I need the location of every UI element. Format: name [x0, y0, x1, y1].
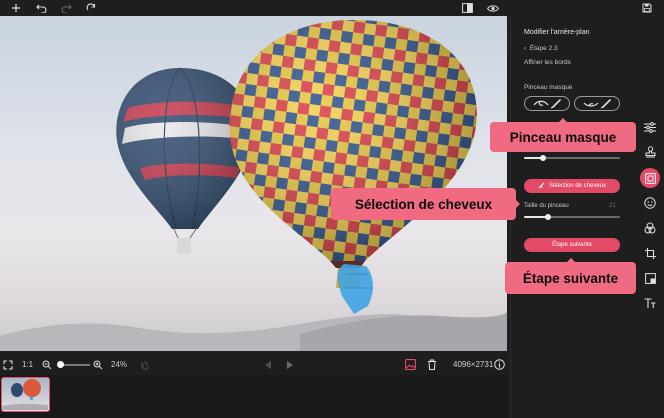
zoom-in-icon[interactable] — [93, 354, 103, 375]
next-step-button[interactable]: Étape suivante — [524, 238, 620, 252]
frame-icon[interactable] — [642, 270, 658, 286]
trash-icon[interactable] — [427, 354, 437, 375]
balloon-photo — [0, 20, 507, 351]
callout-next-step: Étape suivante — [505, 258, 636, 294]
ratio-label: 1:1 — [22, 360, 34, 369]
text-icon[interactable] — [642, 295, 658, 311]
upper-slider-knob[interactable] — [540, 155, 546, 161]
tool-rail — [636, 16, 664, 418]
hair-selection-label: Sélection de cheveux — [548, 183, 607, 189]
plus-icon[interactable] — [10, 0, 22, 16]
hand-icon[interactable] — [140, 354, 150, 375]
panel-subtitle: Affiner les bords — [524, 59, 571, 66]
callout-brush-mask-text: Pinceau masque — [509, 129, 617, 145]
photo-editor-app: 1:1 24% 4096×2731 Modifier l'arrière-pla… — [0, 0, 664, 418]
undo-icon[interactable] — [35, 0, 47, 16]
brush-size-value: 21 — [609, 203, 616, 209]
brush-size-knob[interactable] — [545, 214, 551, 220]
brush-mask-label: Pinceau masque — [524, 84, 573, 91]
callout-next-step-text: Étape suivante — [522, 270, 619, 286]
image-thumbnail[interactable] — [1, 377, 50, 412]
brush-restore-button[interactable] — [574, 96, 620, 111]
brush-erase-icon — [533, 98, 561, 108]
upper-slider[interactable] — [524, 155, 620, 161]
thumbnail-balloons — [2, 379, 48, 410]
next-arrow-icon[interactable] — [286, 354, 293, 375]
top-toolbar — [0, 0, 664, 16]
step-label: Étape 2.3 — [529, 45, 558, 52]
reset-icon[interactable] — [85, 0, 97, 16]
brush-size-slider[interactable] — [524, 214, 620, 220]
filmstrip — [0, 375, 510, 418]
effects-icon[interactable] — [642, 220, 658, 236]
hair-brush-icon — [538, 182, 546, 191]
zoom-level: 24% — [111, 360, 128, 369]
redo-icon[interactable] — [60, 0, 72, 16]
hair-selection-button[interactable]: Sélection de cheveux — [524, 179, 620, 193]
bottom-toolbar: 1:1 24% 4096×2731 — [0, 354, 510, 375]
face-icon[interactable] — [642, 195, 658, 211]
image-canvas[interactable] — [0, 16, 507, 351]
background-icon[interactable] — [640, 168, 660, 188]
brush-size-label: Taille du pinceau — [524, 203, 569, 209]
eye-icon[interactable] — [486, 0, 499, 16]
compare-icon[interactable] — [461, 0, 473, 16]
callout-hair-selection-text: Sélection de cheveux — [354, 196, 493, 212]
callout-brush-mask: Pinceau masque — [490, 118, 636, 152]
brush-restore-icon — [583, 98, 611, 108]
crop-icon[interactable] — [642, 245, 658, 261]
fit-screen-icon[interactable] — [3, 354, 13, 375]
info-icon[interactable] — [494, 354, 505, 375]
prev-arrow-icon[interactable] — [265, 354, 272, 375]
zoom-out-icon[interactable] — [42, 354, 52, 375]
image-icon[interactable] — [405, 354, 416, 375]
dimensions-label: 4096×2731 — [453, 360, 494, 369]
callout-hair-selection: Sélection de cheveux — [331, 188, 520, 220]
ratio-button[interactable]: 1:1 — [22, 354, 33, 375]
zoom-slider-track[interactable] — [60, 364, 90, 366]
stamp-icon[interactable] — [642, 144, 658, 160]
save-icon[interactable] — [641, 0, 653, 16]
adjust-icon[interactable] — [642, 119, 658, 135]
zoom-slider-knob[interactable] — [57, 361, 64, 368]
panel-title: Modifier l'arrière-plan — [524, 29, 590, 36]
brush-erase-button[interactable] — [524, 96, 570, 111]
edit-panel: Modifier l'arrière-plan ‹ Étape 2.3 Affi… — [510, 16, 636, 418]
step-back-link[interactable]: ‹ Étape 2.3 — [524, 45, 558, 52]
